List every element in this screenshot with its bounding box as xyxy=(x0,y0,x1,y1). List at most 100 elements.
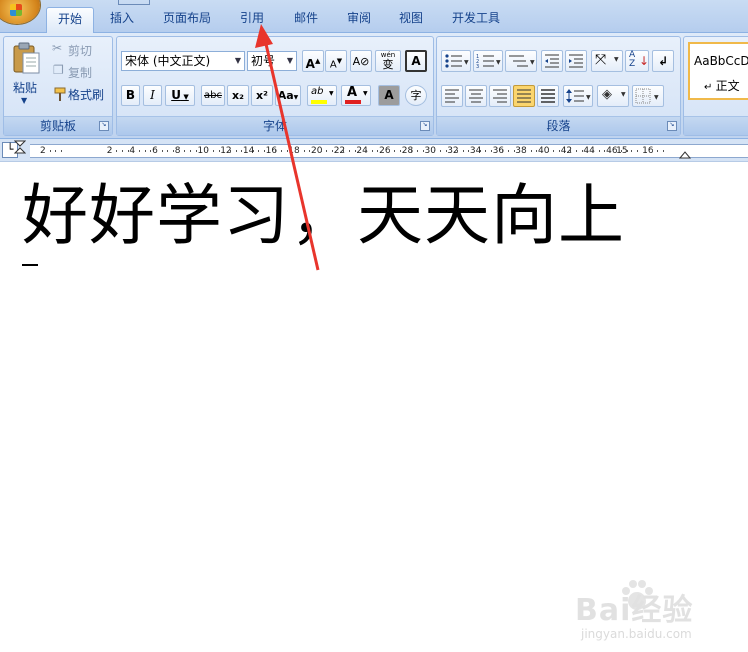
tab-page-layout[interactable]: 页面布局 xyxy=(156,7,218,32)
ruler-tick xyxy=(167,150,169,152)
style-name-label: 正文 xyxy=(715,79,740,93)
ruler-tick xyxy=(61,150,63,152)
office-button[interactable] xyxy=(0,0,40,24)
svg-text:▼: ▼ xyxy=(530,59,535,66)
chinese-layout-icon: ⤧ xyxy=(595,52,607,68)
chevron-down-icon: ▼ xyxy=(180,93,189,101)
strikethrough-label: abc xyxy=(204,90,222,101)
increase-indent-button[interactable] xyxy=(565,50,587,72)
line-spacing-button[interactable]: ▼ xyxy=(563,85,593,107)
sort-icon: AZ xyxy=(629,50,636,69)
dialog-launcher-icon[interactable]: ↘ xyxy=(667,121,677,131)
center-button[interactable] xyxy=(465,85,487,107)
tab-references[interactable]: 引用 xyxy=(230,7,274,32)
chevron-down-icon: ▼ xyxy=(363,90,368,97)
document-text[interactable]: 好好学习，天天向上 xyxy=(22,176,625,256)
format-painter-button[interactable]: 格式刷 xyxy=(50,85,110,103)
highlight-color-swatch xyxy=(311,100,327,104)
align-right-button[interactable] xyxy=(489,85,511,107)
distributed-button[interactable] xyxy=(537,85,559,107)
character-shading-button[interactable]: A xyxy=(378,85,400,106)
shrink-font-caret-icon: ▼ xyxy=(336,57,343,65)
italic-button[interactable]: I xyxy=(143,85,162,106)
style-normal[interactable]: AaBbCcDc ↵ 正文 xyxy=(688,42,748,100)
ruler-tick xyxy=(212,150,214,152)
font-name-value: 宋体 (中文正文) xyxy=(125,54,211,68)
multilevel-list-button[interactable]: ▼ xyxy=(505,50,537,72)
tab-insert[interactable]: 插入 xyxy=(100,7,144,32)
ruler-tick xyxy=(570,150,572,152)
shading-icon: ◈ xyxy=(602,87,612,102)
ruler-tick xyxy=(275,150,277,152)
grow-font-button[interactable]: A▲ xyxy=(302,50,324,72)
align-left-button[interactable] xyxy=(441,85,463,107)
ruler-strip[interactable]: 2 2 4 6 8 10 12 14 16 18 20 22 24 26 28 30 32 34 36 38 40 42 4… xyxy=(14,140,748,159)
show-hide-marks-button[interactable]: ↲ xyxy=(652,50,674,72)
change-case-button[interactable]: Aa▼ xyxy=(275,85,301,106)
copy-button[interactable]: ❐ 复制 xyxy=(50,63,108,81)
font-group-label: 字体 xyxy=(117,116,433,135)
ruler-tick xyxy=(116,150,118,152)
numbering-button[interactable]: 1 2 3 ▼ xyxy=(473,50,503,72)
watermark-brand: Bai经验 xyxy=(575,593,694,628)
bold-button[interactable]: B xyxy=(121,85,140,106)
distributed-icon xyxy=(541,89,555,103)
indent-marker-icon[interactable] xyxy=(14,140,26,154)
cut-button[interactable]: ✂ 剪切 xyxy=(50,41,108,59)
borders-button[interactable]: ▼ xyxy=(632,85,664,107)
bullets-button[interactable]: ▼ xyxy=(441,50,471,72)
font-color-button[interactable]: A ▼ xyxy=(341,85,371,106)
change-case-label: Aa xyxy=(277,89,294,102)
quick-access-toolbar[interactable] xyxy=(118,0,150,5)
ruler-tick xyxy=(524,150,526,152)
svg-text:▼: ▼ xyxy=(654,94,659,101)
ruler-tick xyxy=(49,150,51,152)
shading-button[interactable]: ◈ ▼ xyxy=(597,85,629,107)
dialog-launcher-icon[interactable]: ↘ xyxy=(99,121,109,131)
paste-icon xyxy=(13,42,40,74)
ribbon: 粘贴 ▼ ✂ 剪切 ❐ 复制 格式刷 剪贴板 ↘ 宋体 (中文正文) ▼ 初号 xyxy=(0,33,748,139)
tab-home[interactable]: 开始 xyxy=(46,7,94,33)
tab-review[interactable]: 审阅 xyxy=(337,7,381,32)
subscript-button[interactable]: x₂ xyxy=(227,85,249,106)
chinese-layout-button[interactable]: ⤧ ▼ xyxy=(591,50,623,72)
ruler-tick xyxy=(507,150,509,152)
font-size-combo[interactable]: 初号 ▼ xyxy=(247,51,297,71)
highlight-button[interactable]: ab ▼ xyxy=(307,85,337,106)
ruler-tick xyxy=(55,150,57,152)
ruler-tick xyxy=(598,150,600,152)
ruler-tick xyxy=(462,150,464,152)
superscript-button[interactable]: x² xyxy=(251,85,273,106)
clear-formatting-button[interactable]: A⊘ xyxy=(350,50,372,72)
phonetic-guide-button[interactable]: wén 变 xyxy=(375,50,401,72)
bold-label: B xyxy=(125,88,136,102)
tab-developer[interactable]: 开发工具 xyxy=(444,7,508,32)
ruler-tick xyxy=(394,150,396,152)
decrease-indent-button[interactable] xyxy=(541,50,563,72)
justify-icon xyxy=(517,89,531,103)
strikethrough-button[interactable]: abc xyxy=(201,85,225,106)
font-name-combo[interactable]: 宋体 (中文正文) ▼ xyxy=(121,51,245,71)
justify-button[interactable] xyxy=(513,85,535,107)
enclose-characters-button[interactable]: 字 xyxy=(405,85,427,106)
cut-icon: ✂ xyxy=(52,41,63,55)
right-indent-marker-icon[interactable] xyxy=(679,149,691,159)
borders-icon: ▼ xyxy=(635,88,659,104)
increase-indent-icon xyxy=(569,54,583,68)
horizontal-ruler[interactable]: └ 2 2 4 6 8 10 12 14 16 18 20 22 24 26 28 30 32 34 36 38 40 4… xyxy=(0,139,748,162)
dialog-launcher-icon[interactable]: ↘ xyxy=(420,121,430,131)
underline-label: U xyxy=(171,88,181,102)
sort-button[interactable]: AZ ↓ xyxy=(625,50,649,72)
shrink-font-button[interactable]: A▼ xyxy=(325,50,347,72)
paste-button[interactable]: 粘贴 ▼ xyxy=(6,39,46,114)
character-border-button[interactable]: A xyxy=(405,50,427,72)
tab-mailings[interactable]: 邮件 xyxy=(284,7,328,32)
ruler-tick xyxy=(122,150,124,152)
ruler-tick xyxy=(326,150,328,152)
style-sample: AaBbCcDc xyxy=(694,54,748,68)
ruler-tick xyxy=(371,150,373,152)
document-page[interactable]: 好好学习，天天向上 Bai经验 jingyan.baidu.com xyxy=(0,162,748,641)
tab-view[interactable]: 视图 xyxy=(389,7,433,32)
italic-label: I xyxy=(150,88,155,102)
underline-button[interactable]: U ▼ xyxy=(165,85,195,106)
